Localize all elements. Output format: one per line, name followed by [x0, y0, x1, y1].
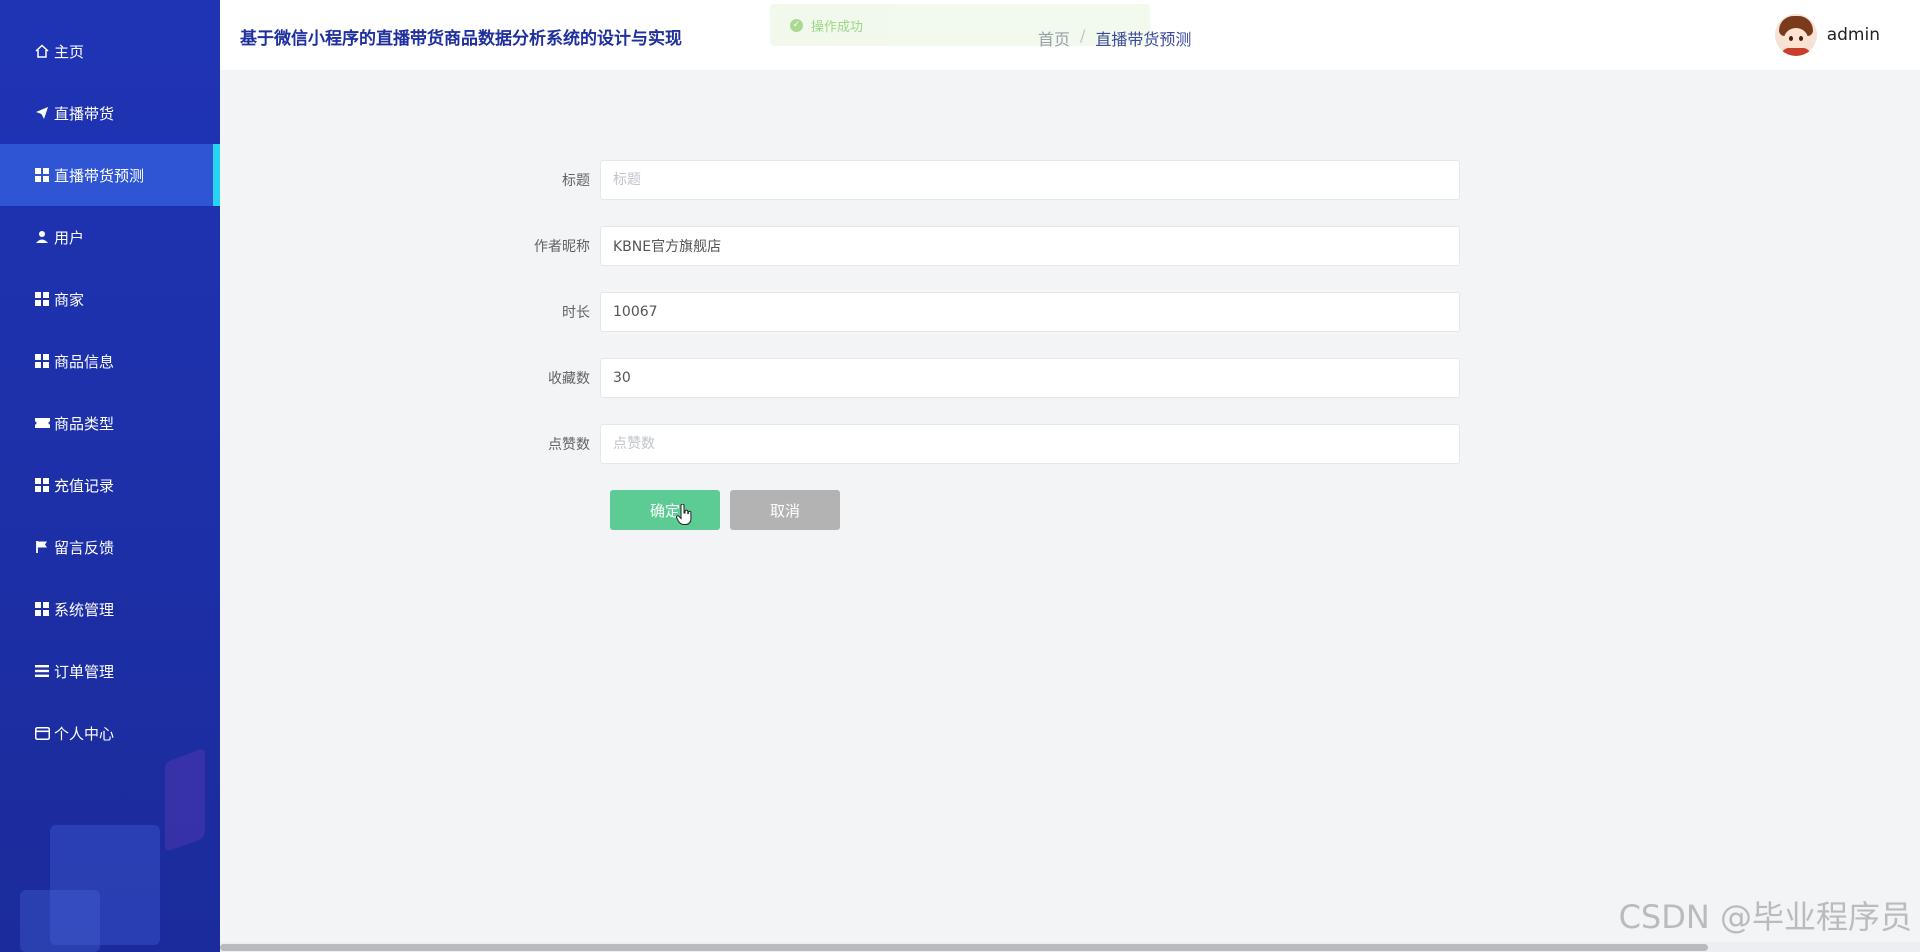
title-input[interactable] [600, 160, 1460, 200]
field-label: 时长 [562, 305, 590, 321]
username: admin [1826, 25, 1880, 45]
decorative-shape [20, 890, 100, 952]
grid-icon [34, 291, 50, 307]
sidebar-item-label: 商品类型 [54, 414, 115, 433]
sidebar-item-label: 充值记录 [54, 476, 115, 495]
sidebar-item-home[interactable]: 主页 [0, 20, 220, 82]
card-icon [34, 725, 50, 741]
grid-icon [34, 477, 50, 493]
list-icon [34, 663, 50, 679]
sidebar-item-users[interactable]: 用户 [0, 206, 220, 268]
top-header: 基于微信小程序的直播带货商品数据分析系统的设计与实现 ✓ 操作成功 首页 / 直… [220, 0, 1920, 70]
cancel-button[interactable]: 取消 [730, 490, 840, 530]
avatar [1774, 14, 1817, 56]
flag-icon [34, 539, 50, 555]
check-circle-icon: ✓ [790, 18, 803, 32]
field-label: 点赞数 [548, 437, 590, 453]
sidebar-item-label: 系统管理 [54, 600, 115, 619]
sidebar-item-label: 订单管理 [54, 662, 115, 681]
field-label: 作者昵称 [534, 239, 590, 255]
sidebar-item-label: 商品信息 [54, 352, 115, 371]
form-row-likes: 点赞数 [520, 424, 1460, 464]
sidebar-item-feedback[interactable]: 留言反馈 [0, 516, 220, 578]
form-row-favorites: 收藏数 [520, 358, 1460, 398]
form-row-duration: 时长 [520, 292, 1460, 332]
sidebar-item-order-management[interactable]: 订单管理 [0, 640, 220, 702]
hand-cursor-icon [676, 504, 692, 525]
watermark: CSDN @毕业程序员 [1618, 898, 1912, 936]
grid-icon [34, 601, 50, 617]
sidebar-item-product-info[interactable]: 商品信息 [0, 330, 220, 392]
confirm-button[interactable]: 确定 [610, 490, 720, 530]
form-row-title: 标题 [520, 160, 1460, 200]
horizontal-scrollbar[interactable] [220, 942, 1920, 952]
forecast-form: 标题 作者昵称 时长 收藏数 点赞数 确定 取消 [520, 160, 1460, 530]
breadcrumb-current: 直播带货预测 [1095, 30, 1192, 49]
scrollbar-thumb[interactable] [220, 944, 1708, 951]
sidebar-item-product-types[interactable]: 商品类型 [0, 392, 220, 454]
field-label: 收藏数 [548, 371, 590, 387]
favorites-input[interactable] [600, 358, 1460, 398]
sidebar-item-label: 留言反馈 [54, 538, 115, 557]
sidebar-item-system-management[interactable]: 系统管理 [0, 578, 220, 640]
field-label: 标题 [562, 173, 590, 189]
sidebar-item-recharge-records[interactable]: 充值记录 [0, 454, 220, 516]
sidebar-item-label: 个人中心 [54, 724, 115, 743]
sidebar-item-livestream-forecast[interactable]: 直播带货预测 [0, 144, 220, 206]
sidebar-item-label: 商家 [54, 290, 85, 309]
breadcrumb: 首页 / 直播带货预测 [1038, 26, 1191, 50]
toast-message: 操作成功 [811, 19, 864, 35]
ticket-icon [34, 415, 50, 431]
breadcrumb-separator: / [1080, 26, 1086, 45]
sidebar-item-label: 用户 [54, 228, 85, 247]
user-icon [34, 229, 50, 245]
sidebar-item-label: 直播带货 [54, 104, 115, 123]
form-row-author: 作者昵称 [520, 226, 1460, 266]
breadcrumb-home[interactable]: 首页 [1038, 26, 1070, 50]
sidebar-item-label: 直播带货预测 [54, 166, 145, 185]
sidebar-item-label: 主页 [54, 42, 85, 61]
duration-input[interactable] [600, 292, 1460, 332]
home-icon [34, 43, 50, 59]
user-menu[interactable]: admin [1774, 14, 1880, 56]
sidebar-item-merchants[interactable]: 商家 [0, 268, 220, 330]
author-nickname-input[interactable] [600, 226, 1460, 266]
grid-icon [34, 167, 50, 183]
sidebar: 主页 直播带货 直播带货预测 用户 商家 商品信息 商品类型 充值记录 留言反馈… [0, 0, 220, 952]
likes-input[interactable] [600, 424, 1460, 464]
form-actions: 确定 取消 [610, 490, 1460, 530]
sidebar-item-livestream[interactable]: 直播带货 [0, 82, 220, 144]
send-icon [34, 105, 50, 121]
sidebar-menu: 主页 直播带货 直播带货预测 用户 商家 商品信息 商品类型 充值记录 留言反馈… [0, 0, 220, 764]
app-title: 基于微信小程序的直播带货商品数据分析系统的设计与实现 [240, 29, 682, 49]
grid-icon [34, 353, 50, 369]
decorative-shape [165, 747, 205, 853]
